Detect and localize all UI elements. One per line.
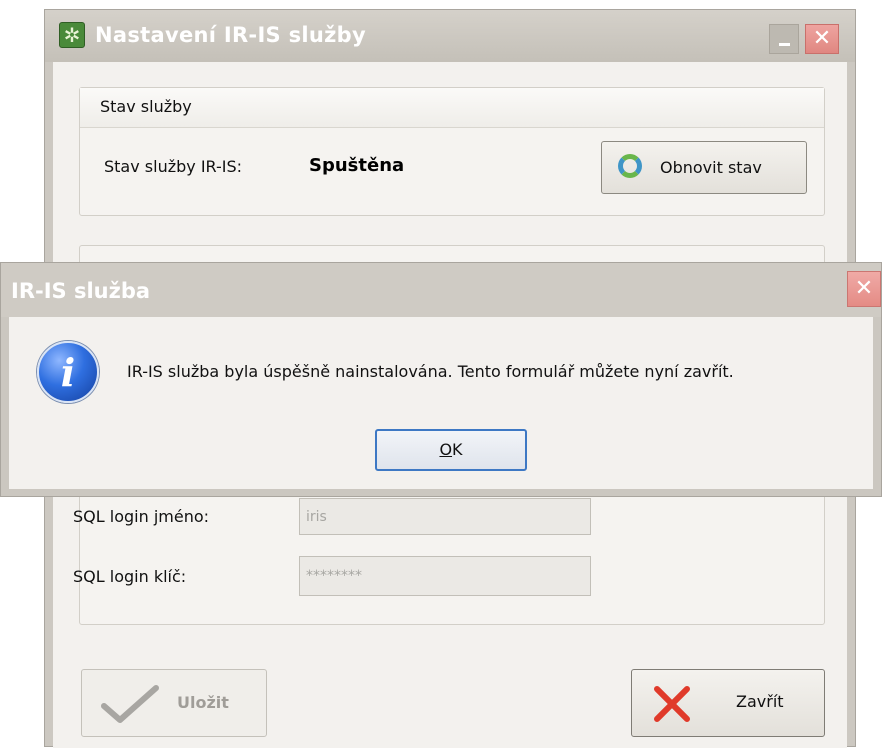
refresh-icon: [618, 154, 642, 178]
app-icon: ✲: [59, 22, 85, 48]
message-dialog: IR-IS služba ✕ i IR-IS služba byla úspěš…: [0, 262, 882, 497]
minimize-button[interactable]: [769, 24, 799, 54]
info-icon: i: [37, 341, 99, 403]
close-button-label: Zavřít: [736, 692, 784, 711]
checkmark-icon: [101, 685, 159, 723]
message-dialog-text: IR-IS služba byla úspěšně nainstalována.…: [127, 362, 734, 381]
close-button[interactable]: Zavřít: [631, 669, 825, 737]
save-button-label: Uložit: [177, 693, 229, 712]
message-dialog-client: i IR-IS služba byla úspěšně nainstalován…: [9, 317, 873, 489]
service-status-group-header: Stav služby: [80, 88, 824, 128]
ok-accelerator: O: [439, 440, 453, 459]
message-dialog-title: IR-IS služba: [11, 279, 151, 303]
message-dialog-titlebar[interactable]: IR-IS služba ✕: [1, 263, 881, 317]
service-status-value: Spuštěna: [309, 155, 405, 176]
dialog-close-button[interactable]: ✕: [847, 271, 881, 307]
ok-label-rest: K: [452, 440, 463, 459]
sql-key-label: SQL login klíč:: [73, 567, 187, 586]
refresh-status-label: Obnovit stav: [660, 158, 762, 177]
ok-button[interactable]: OK: [375, 429, 527, 471]
service-status-label: Stav služby IR-IS:: [104, 157, 243, 176]
sql-login-label: SQL login jméno:: [73, 507, 210, 526]
sql-login-input[interactable]: [299, 498, 591, 535]
window-close-button[interactable]: ✕: [805, 24, 839, 54]
service-status-group: Stav služby Stav služby IR-IS: Spuštěna …: [79, 87, 825, 216]
settings-window-titlebar[interactable]: ✲ Nastavení IR-IS služby ✕: [45, 10, 855, 62]
sql-key-input[interactable]: [299, 556, 591, 596]
save-button[interactable]: Uložit: [81, 669, 267, 737]
close-x-icon: [654, 686, 690, 722]
service-status-group-title: Stav služby: [100, 97, 192, 116]
refresh-status-button[interactable]: Obnovit stav: [601, 141, 807, 194]
settings-window-title: Nastavení IR-IS služby: [95, 23, 366, 47]
